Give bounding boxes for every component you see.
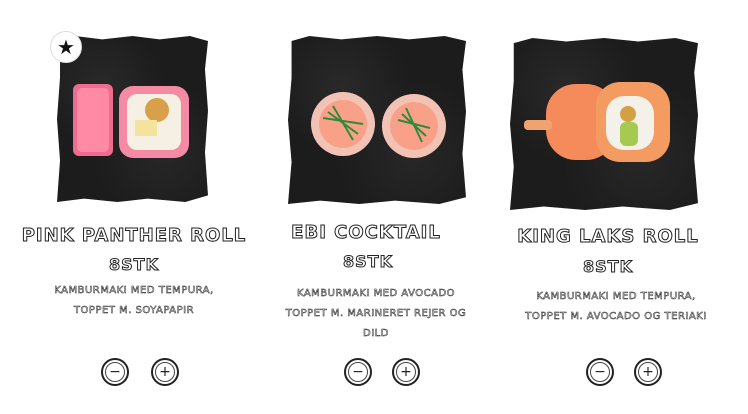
plus-icon: +	[155, 362, 175, 382]
product-card: ★ PINK PANTHER ROLL 8STK KAMBURMAKI MED …	[0, 0, 250, 414]
description-line: TOPPET M. SOYAPAPIR	[73, 305, 195, 317]
product-description: KAMBURMAKI MED TEMPURA, TOPPET M. SOYAPA…	[14, 281, 254, 321]
decrease-button[interactable]: −	[101, 358, 129, 386]
product-quantity: 8STK	[583, 257, 633, 277]
plus-icon: +	[396, 362, 416, 382]
product-quantity: 8STK	[343, 252, 393, 272]
product-title: PINK PANTHER ROLL	[21, 225, 247, 247]
increase-button[interactable]: +	[634, 358, 662, 386]
description-line: KAMBURMAKI MED AVOCADO	[296, 288, 456, 300]
product-image	[57, 36, 208, 202]
product-card: EBI COCKTAIL 8STK KAMBURMAKI MED AVOCADO…	[250, 0, 500, 414]
plus-icon: +	[638, 362, 658, 382]
description-line: TOPPET M. AVOCADO OG TERIAKI	[525, 311, 707, 323]
sushi-photo	[73, 84, 189, 158]
sushi-photo	[524, 82, 670, 162]
increase-button[interactable]: +	[392, 358, 420, 386]
decrease-button[interactable]: −	[586, 358, 614, 386]
product-image	[510, 38, 698, 210]
increase-button[interactable]: +	[151, 358, 179, 386]
product-title: EBI COCKTAIL	[291, 222, 441, 244]
description-line: TOPPET M. MARINERET REJER OG	[285, 308, 467, 320]
minus-icon: −	[105, 362, 125, 382]
minus-icon: −	[590, 362, 610, 382]
product-image	[288, 36, 466, 204]
description-line: KAMBURMAKI MED TEMPURA,	[54, 285, 214, 297]
sushi-photo	[311, 92, 446, 158]
favorite-star-icon[interactable]: ★	[50, 31, 82, 63]
description-line: DILD	[363, 328, 389, 340]
product-description: KAMBURMAKI MED AVOCADO TOPPET M. MARINER…	[260, 284, 492, 344]
product-title: KING LAKS ROLL	[517, 226, 699, 248]
product-card: KING LAKS ROLL 8STK KAMBURMAKI MED TEMPU…	[500, 0, 748, 414]
decrease-button[interactable]: −	[344, 358, 372, 386]
product-quantity: 8STK	[109, 255, 159, 275]
description-line: KAMBURMAKI MED TEMPURA,	[536, 291, 696, 303]
product-description: KAMBURMAKI MED TEMPURA, TOPPET M. AVOCAD…	[500, 287, 732, 327]
minus-icon: −	[348, 362, 368, 382]
